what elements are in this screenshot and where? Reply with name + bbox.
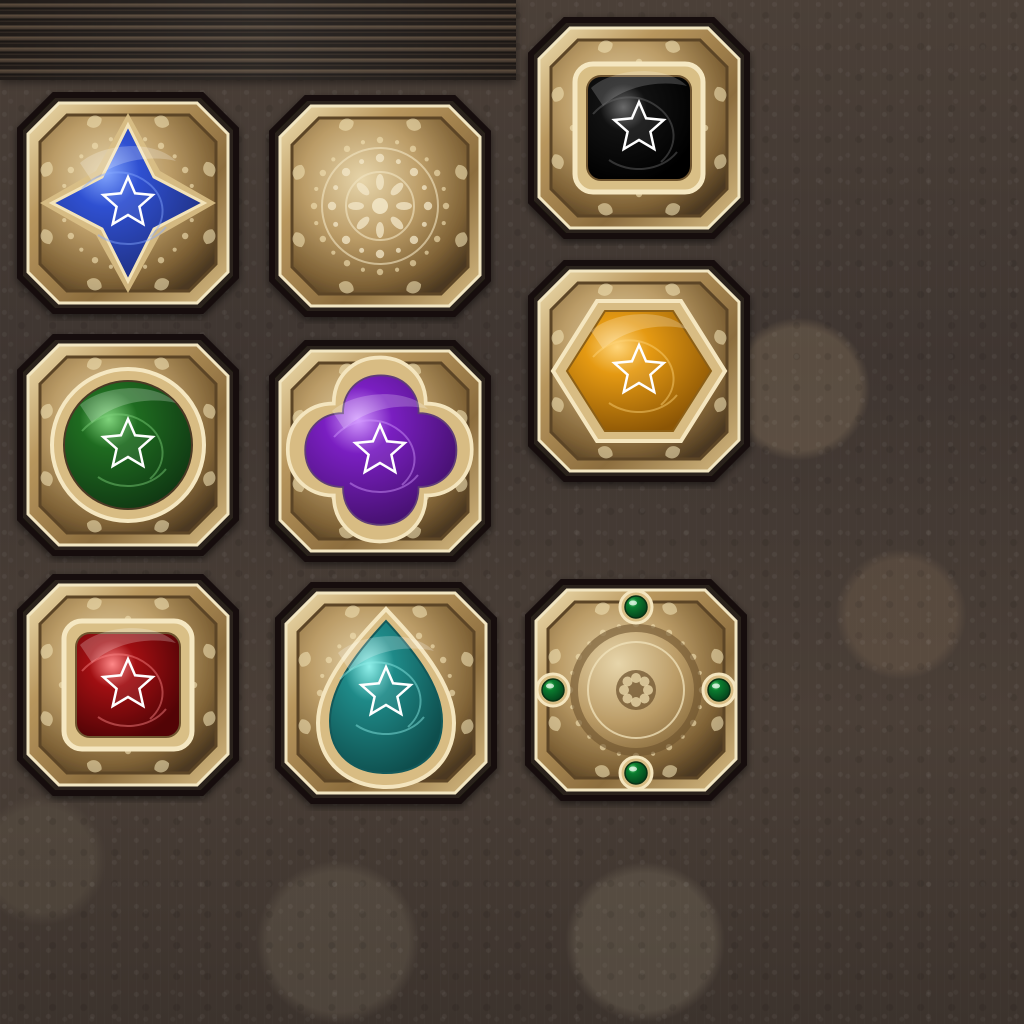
tile-graphic bbox=[528, 260, 750, 482]
emerald-medallion-tile[interactable] bbox=[518, 572, 754, 808]
tile-graphic bbox=[269, 340, 491, 562]
teal-drop-gem-tile[interactable] bbox=[268, 575, 504, 811]
emerald-gem bbox=[624, 761, 648, 785]
tile-graphic bbox=[17, 92, 239, 314]
tile-graphic bbox=[17, 334, 239, 556]
rounded-square-gem bbox=[572, 61, 706, 195]
emerald-gem bbox=[541, 678, 565, 702]
rounded-square-gem bbox=[61, 618, 195, 752]
blue-star-gem-tile[interactable] bbox=[10, 85, 246, 321]
purple-quatrefoil-gem-tile[interactable] bbox=[262, 333, 498, 569]
top-stripe-decoration bbox=[0, 0, 516, 80]
emerald-gem bbox=[624, 595, 648, 619]
tile-graphic bbox=[269, 95, 491, 317]
tile-graphic bbox=[275, 582, 497, 804]
black-square-gem-tile[interactable] bbox=[521, 10, 757, 246]
tile-graphic bbox=[528, 17, 750, 239]
tile-graphic bbox=[17, 574, 239, 796]
orange-hexagon-gem-tile[interactable] bbox=[521, 253, 757, 489]
empty-ornate-tile[interactable] bbox=[262, 88, 498, 324]
emerald-gem bbox=[707, 678, 731, 702]
tile-graphic bbox=[525, 579, 747, 801]
circle-gem bbox=[50, 367, 206, 523]
game-board bbox=[0, 0, 1024, 1024]
red-square-gem-tile[interactable] bbox=[10, 567, 246, 803]
green-round-gem-tile[interactable] bbox=[10, 327, 246, 563]
